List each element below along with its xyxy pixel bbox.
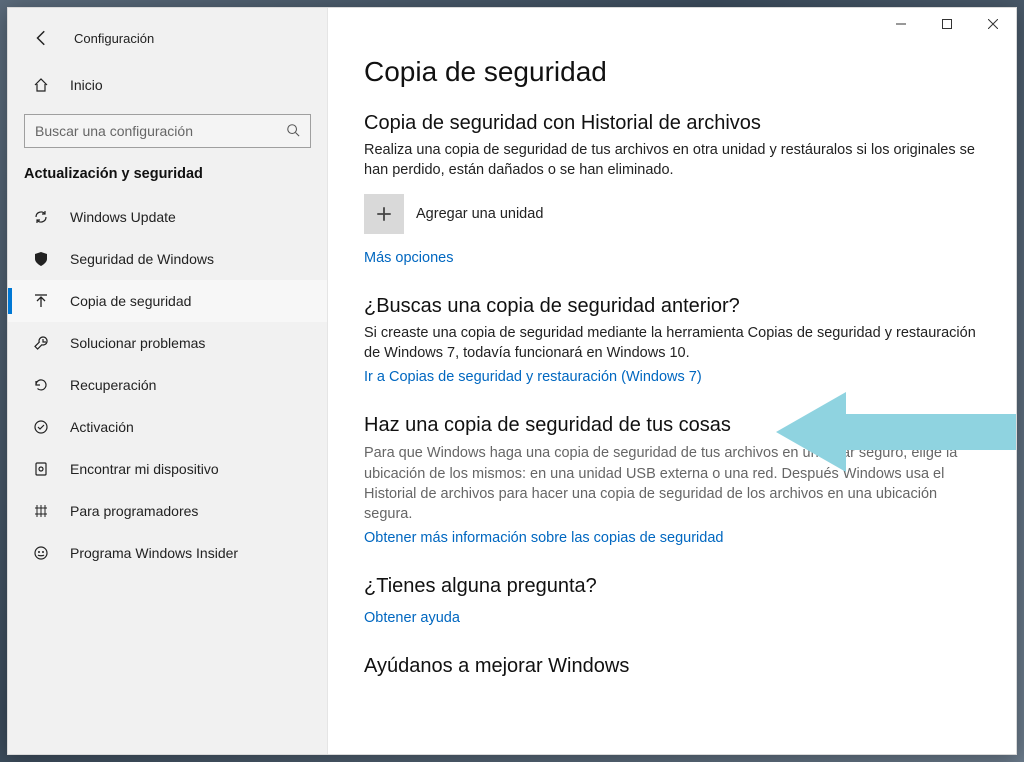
nav-label: Copia de seguridad (70, 293, 191, 309)
search-icon (286, 123, 302, 139)
nav-windows-security[interactable]: Seguridad de Windows (8, 238, 327, 280)
nav-label: Para programadores (70, 503, 198, 519)
section-desc: Si creaste una copia de seguridad median… (364, 324, 988, 363)
minimize-button[interactable] (878, 8, 924, 40)
code-icon (32, 502, 50, 520)
section-desc: Para que Windows haga una copia de segur… (364, 443, 988, 524)
section-backup-things: Haz una copia de seguridad de tus cosas … (364, 414, 988, 547)
search-box[interactable] (24, 114, 311, 148)
nav-label: Seguridad de Windows (70, 251, 214, 267)
add-drive-row[interactable]: Agregar una unidad (364, 194, 988, 234)
location-icon (32, 460, 50, 478)
nav-label: Activación (70, 419, 134, 435)
section-older-backup: ¿Buscas una copia de seguridad anterior?… (364, 295, 988, 386)
nav-developers[interactable]: Para programadores (8, 490, 327, 532)
close-button[interactable] (970, 8, 1016, 40)
section-heading: ¿Buscas una copia de seguridad anterior? (364, 295, 988, 318)
nav-label: Programa Windows Insider (70, 545, 238, 561)
wrench-icon (32, 334, 50, 352)
section-heading: Copia de seguridad con Historial de arch… (364, 112, 988, 135)
nav-group-title: Actualización y seguridad (8, 166, 327, 196)
section-heading: ¿Tienes alguna pregunta? (364, 575, 988, 598)
home-icon (32, 76, 50, 94)
shield-icon (32, 250, 50, 268)
search-wrap (8, 104, 327, 166)
section-desc: Realiza una copia de seguridad de tus ar… (364, 141, 988, 180)
home-nav[interactable]: Inicio (8, 66, 327, 104)
titlebar (8, 8, 1016, 40)
section-heading: Ayúdanos a mejorar Windows (364, 655, 988, 678)
nav-troubleshoot[interactable]: Solucionar problemas (8, 322, 327, 364)
sync-icon (32, 208, 50, 226)
nav-list: Windows Update Seguridad de Windows Copi… (8, 196, 327, 574)
maximize-button[interactable] (924, 8, 970, 40)
nav-activation[interactable]: Activación (8, 406, 327, 448)
window-controls (878, 8, 1016, 40)
history-icon (32, 376, 50, 394)
window-body: Configuración Inicio Actualización y seg… (8, 8, 1016, 754)
nav-windows-update[interactable]: Windows Update (8, 196, 327, 238)
nav-find-device[interactable]: Encontrar mi dispositivo (8, 448, 327, 490)
nav-recovery[interactable]: Recuperación (8, 364, 327, 406)
nav-insider[interactable]: Programa Windows Insider (8, 532, 327, 574)
plus-icon (364, 194, 404, 234)
nav-label: Windows Update (70, 209, 176, 225)
add-drive-label: Agregar una unidad (416, 206, 543, 222)
sidebar: Configuración Inicio Actualización y seg… (8, 8, 328, 754)
content-pane: Copia de seguridad Copia de seguridad co… (328, 8, 1016, 754)
key-icon (32, 418, 50, 436)
more-options-link[interactable]: Más opciones (364, 250, 453, 266)
nav-label: Recuperación (70, 377, 156, 393)
nav-backup[interactable]: Copia de seguridad (8, 280, 327, 322)
insider-icon (32, 544, 50, 562)
settings-window: Configuración Inicio Actualización y seg… (7, 7, 1017, 755)
section-feedback: Ayúdanos a mejorar Windows (364, 655, 988, 678)
section-question: ¿Tienes alguna pregunta? Obtener ayuda (364, 575, 988, 627)
nav-label: Solucionar problemas (70, 335, 205, 351)
goto-win7-backup-link[interactable]: Ir a Copias de seguridad y restauración … (364, 369, 702, 385)
nav-label: Encontrar mi dispositivo (70, 461, 219, 477)
page-title: Copia de seguridad (364, 56, 988, 88)
backup-icon (32, 292, 50, 310)
home-label: Inicio (70, 77, 103, 93)
get-help-link[interactable]: Obtener ayuda (364, 610, 460, 626)
learn-more-backup-link[interactable]: Obtener más información sobre las copias… (364, 530, 723, 546)
search-input[interactable] (35, 123, 286, 139)
section-heading: Haz una copia de seguridad de tus cosas (364, 414, 988, 437)
section-file-history: Copia de seguridad con Historial de arch… (364, 112, 988, 267)
